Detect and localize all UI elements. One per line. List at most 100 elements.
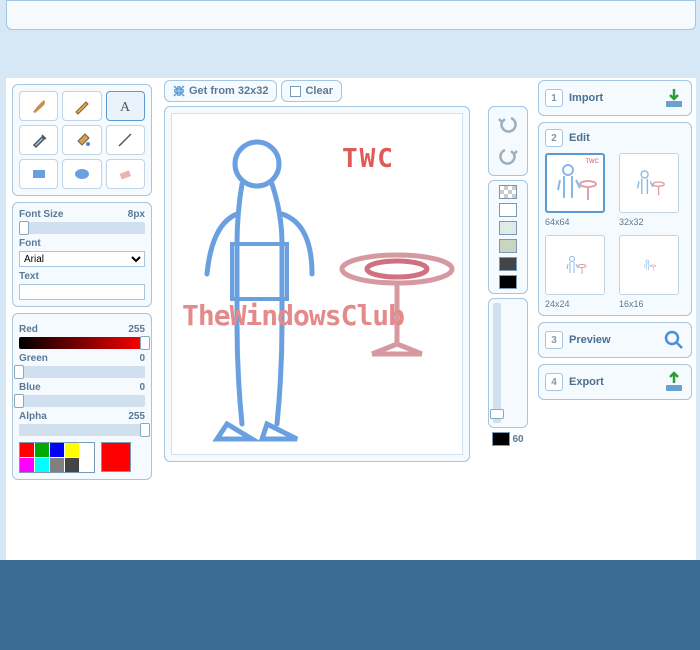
canvas[interactable]: TWC TheWindowsClub — [171, 113, 463, 455]
canvas-text-thewindowsclub: TheWindowsClub — [182, 299, 404, 332]
swatch-6[interactable] — [35, 458, 49, 472]
brush-tool-button[interactable] — [19, 91, 58, 121]
swatch-1[interactable] — [35, 443, 49, 457]
palette-black[interactable] — [492, 432, 510, 446]
palette-panel — [488, 180, 528, 294]
undo-icon — [497, 114, 519, 136]
edit-label: Edit — [569, 132, 590, 144]
side-tools: 60 — [488, 106, 528, 446]
line-tool-button[interactable] — [106, 125, 145, 155]
red-slider[interactable] — [19, 337, 145, 349]
bucket-tool-button[interactable] — [62, 125, 101, 155]
center-column: Get from 32x32 Clear — [158, 78, 534, 560]
rect-tool-button[interactable] — [19, 159, 58, 189]
pencil-tool-button[interactable] — [62, 91, 101, 121]
export-icon — [663, 371, 685, 393]
swatch-3[interactable] — [65, 443, 79, 457]
step-3-number: 3 — [545, 331, 563, 349]
clear-checkbox-icon — [290, 86, 301, 97]
font-size-value: 8px — [128, 209, 145, 220]
blue-label: Blue — [19, 382, 41, 393]
zoom-panel — [488, 298, 528, 428]
text-input[interactable] — [19, 284, 145, 300]
picker-tool-button[interactable] — [19, 125, 58, 155]
alpha-label: Alpha — [19, 411, 47, 422]
import-label: Import — [569, 92, 603, 104]
canvas-text-twc: TWC — [342, 144, 395, 174]
font-family-select[interactable]: Arial — [19, 251, 145, 267]
green-label: Green — [19, 353, 48, 364]
green-value: 0 — [139, 353, 145, 364]
import-step[interactable]: 1 Import — [538, 80, 692, 116]
size-16x16[interactable]: 16x16 — [619, 235, 685, 309]
preview-icon — [663, 329, 685, 351]
side-swatch-2[interactable] — [499, 239, 517, 253]
brush-icon — [30, 97, 48, 115]
side-swatch-0[interactable] — [499, 203, 517, 217]
alpha-value: 255 — [128, 411, 145, 422]
clear-label: Clear — [305, 85, 333, 97]
eraser-tool-button[interactable] — [106, 159, 145, 189]
swatch-8[interactable] — [65, 458, 79, 472]
clear-button[interactable]: Clear — [281, 80, 342, 102]
font-size-label: Font Size — [19, 209, 63, 220]
size-32x32[interactable]: 32x32 — [619, 153, 685, 227]
size-64x64[interactable]: TWC64x64 — [545, 153, 611, 227]
palette-transparent[interactable] — [499, 185, 517, 199]
ellipse-tool-button[interactable] — [62, 159, 101, 189]
swatch-4[interactable] — [80, 443, 94, 457]
font-family-label: Font — [19, 238, 145, 249]
swatch-2[interactable] — [50, 443, 64, 457]
zoom-value: 60 — [512, 434, 523, 445]
preview-step[interactable]: 3 Preview — [538, 322, 692, 358]
swatch-9[interactable] — [80, 458, 94, 472]
pencil-icon — [73, 97, 91, 115]
undo-button[interactable] — [494, 111, 522, 139]
swatch-7[interactable] — [50, 458, 64, 472]
side-swatch-1[interactable] — [499, 221, 517, 235]
blue-slider[interactable] — [19, 395, 145, 407]
bucket-icon — [73, 131, 91, 149]
blue-value: 0 — [139, 382, 145, 393]
left-column: A Font Size 8px Font Arial Text Red 255 Gr… — [6, 78, 158, 560]
picker-icon — [30, 131, 48, 149]
import-icon — [663, 87, 685, 109]
text-label: Text — [19, 271, 145, 282]
history-panel — [488, 106, 528, 176]
top-bar — [6, 0, 696, 30]
ellipse-icon — [73, 165, 91, 183]
redo-button[interactable] — [494, 143, 522, 171]
get-from-button[interactable]: Get from 32x32 — [164, 80, 277, 102]
redo-icon — [497, 146, 519, 168]
side-swatch-3[interactable] — [499, 257, 517, 271]
green-slider[interactable] — [19, 366, 145, 378]
red-value: 255 — [128, 324, 145, 335]
line-icon — [116, 131, 134, 149]
edit-panel: 2 Edit TWC64x6432x3224x2416x16 — [538, 122, 692, 316]
text-tool-button[interactable]: A — [106, 91, 145, 121]
svg-text:A: A — [120, 100, 131, 115]
export-step[interactable]: 4 Export — [538, 364, 692, 400]
font-size-slider[interactable] — [19, 222, 145, 234]
zoom-slider[interactable] — [493, 303, 501, 423]
side-swatch-4[interactable] — [499, 275, 517, 289]
footer — [0, 560, 700, 650]
color-panel: Red 255 Green 0 Blue 0 Alpha 255 — [12, 313, 152, 480]
eraser-icon — [116, 165, 134, 183]
current-color — [101, 442, 131, 472]
get-from-label: Get from 32x32 — [189, 85, 268, 97]
text-icon: A — [116, 97, 134, 115]
step-1-number: 1 — [545, 89, 563, 107]
step-4-number: 4 — [545, 373, 563, 391]
alpha-slider[interactable] — [19, 424, 145, 436]
shrink-icon — [173, 85, 185, 97]
swatch-0[interactable] — [20, 443, 34, 457]
font-panel: Font Size 8px Font Arial Text — [12, 202, 152, 307]
swatch-5[interactable] — [20, 458, 34, 472]
export-label: Export — [569, 376, 604, 388]
size-24x24[interactable]: 24x24 — [545, 235, 611, 309]
red-label: Red — [19, 324, 38, 335]
main-area: A Font Size 8px Font Arial Text Red 255 Gr… — [6, 78, 696, 560]
canvas-container: TWC TheWindowsClub — [164, 106, 470, 462]
preview-label: Preview — [569, 334, 611, 346]
